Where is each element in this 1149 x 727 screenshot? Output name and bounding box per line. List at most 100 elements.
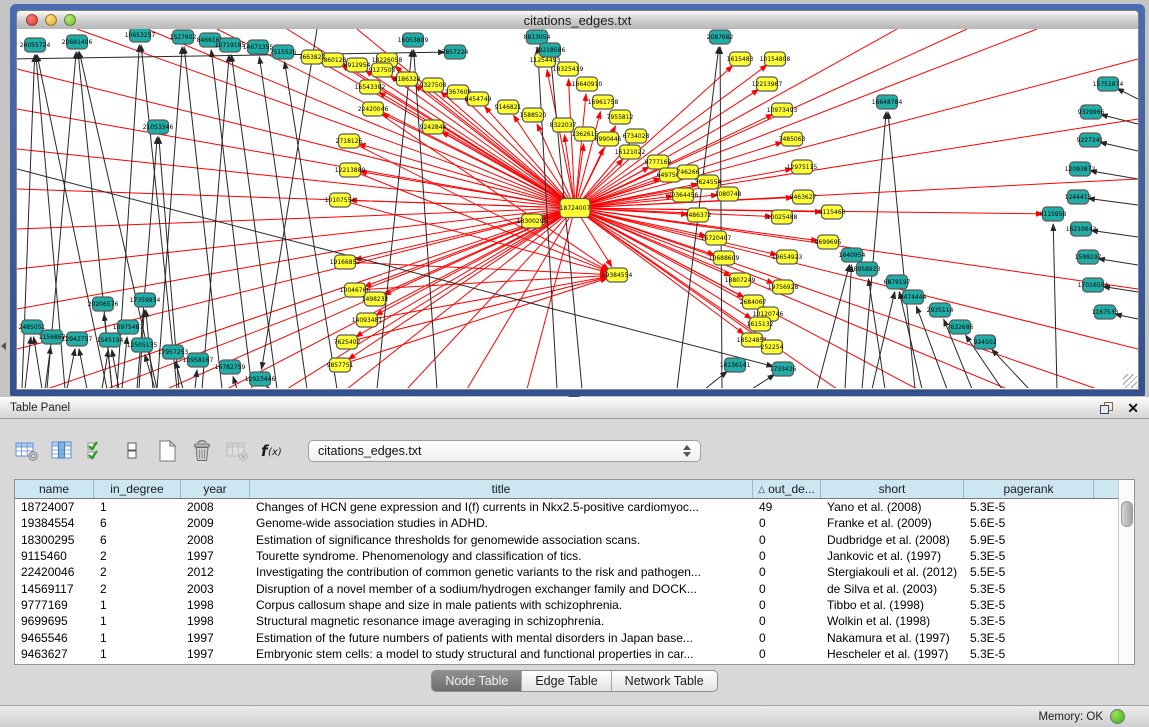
graph-node[interactable]: 12213967	[752, 77, 783, 91]
table-row[interactable]: 1830029562008Estimation of significance …	[15, 532, 1118, 548]
rows-icon[interactable]	[119, 439, 145, 463]
graph-node[interactable]: 7486372	[685, 208, 712, 222]
graph-node[interactable]: 12942757	[62, 332, 93, 346]
graph-node[interactable]: 16053809	[398, 33, 429, 47]
graph-node[interactable]: 7625402	[334, 335, 361, 349]
graph-node[interactable]: 9777169	[645, 155, 672, 169]
graph-node[interactable]: 1498232	[362, 292, 389, 306]
graph-node[interactable]: 16961758	[588, 95, 619, 109]
graph-node[interactable]: 20364456	[668, 188, 699, 202]
graph-node[interactable]: 10973493	[767, 103, 798, 117]
graph-node[interactable]: 8454749	[465, 92, 492, 106]
graph-node[interactable]: 2718126	[336, 134, 363, 148]
graph-node[interactable]: 9857751	[327, 358, 354, 372]
graph-node[interactable]: 1733426	[770, 362, 797, 376]
table-row[interactable]: 969969511998Structural magnetic resonanc…	[15, 613, 1118, 629]
graph-node[interactable]: 1599297	[1075, 250, 1102, 264]
graph-node[interactable]: 746266	[677, 165, 700, 179]
graph-node[interactable]: 17359934	[130, 293, 161, 307]
graph-node[interactable]: 16640910	[572, 77, 603, 91]
table-selector-dropdown[interactable]: citations_edges.txt	[308, 440, 701, 462]
table-scrollbar[interactable]	[1118, 480, 1134, 664]
graph-node[interactable]: 16543382	[355, 80, 386, 94]
graph-node[interactable]: 10025488	[767, 210, 798, 224]
graph-node[interactable]: 19384554	[602, 268, 633, 282]
panel-collapse-arrow-icon[interactable]	[1, 342, 6, 350]
graph-node[interactable]: 1244413	[1065, 190, 1092, 204]
table-row[interactable]: 946554611997Estimation of the future num…	[15, 629, 1118, 645]
graph-node[interactable]: 8912954	[344, 58, 371, 72]
function-builder-icon[interactable]: f(x)	[259, 439, 285, 463]
graph-node[interactable]: 7857224	[442, 45, 469, 59]
graph-node[interactable]: 1615132	[747, 317, 774, 331]
graph-node[interactable]: 10653257	[125, 29, 156, 42]
graph-node[interactable]: 9329966	[1078, 105, 1105, 119]
graph-node[interactable]: 16648784	[872, 95, 903, 109]
graph-node[interactable]: 6734028	[623, 129, 650, 143]
column-header-pagerank[interactable]: pagerank	[964, 480, 1094, 498]
graph-node[interactable]: 9115460	[819, 205, 846, 219]
graph-node[interactable]: 7485063	[779, 132, 806, 146]
network-view[interactable]: 1872400798601288912954182260589127503165…	[16, 29, 1139, 390]
graph-node[interactable]: 10154808	[760, 52, 791, 66]
import-table-disabled-icon[interactable]	[224, 439, 250, 463]
graph-node[interactable]: 9127503	[369, 63, 396, 77]
column-header-name[interactable]: name	[15, 480, 94, 498]
table-row[interactable]: 946362711997Embryonic stem cells: a mode…	[15, 646, 1118, 662]
graph-node[interactable]: 3624554	[695, 175, 722, 189]
float-panel-icon[interactable]	[1100, 402, 1113, 414]
delete-table-icon[interactable]	[189, 439, 215, 463]
graph-node[interactable]: 9463627	[790, 190, 817, 204]
close-panel-icon[interactable]: ✕	[1127, 402, 1139, 414]
graph-node[interactable]: 6879197	[884, 275, 911, 289]
table-row[interactable]: 1938455462009Genome-wide association stu…	[15, 515, 1118, 531]
graph-node[interactable]: 18724007	[560, 199, 591, 218]
tab-network-table[interactable]: Network Table	[612, 671, 717, 691]
graph-node[interactable]: 10958167	[183, 353, 214, 367]
graph-node[interactable]: 21053346	[143, 120, 174, 134]
table-row[interactable]: 911546021997Tourette syndrome. Phenomeno…	[15, 548, 1118, 564]
table-settings-icon[interactable]	[14, 439, 40, 463]
close-window-icon[interactable]	[26, 14, 38, 26]
window-titlebar[interactable]: citations_edges.txt	[16, 10, 1139, 29]
graph-node[interactable]: 16121022	[615, 145, 646, 159]
graph-node[interactable]: 8958923	[854, 262, 881, 276]
graph-node[interactable]: 7663822	[299, 50, 326, 64]
graph-node[interactable]: 17016504	[1078, 278, 1109, 292]
graph-node[interactable]: 14136141	[720, 358, 751, 372]
graph-node[interactable]: 12975115	[787, 160, 818, 174]
graph-node[interactable]: 12213889	[335, 163, 366, 177]
graph-node[interactable]: 1640954	[839, 248, 866, 262]
zoom-window-icon[interactable]	[64, 14, 76, 26]
graph-node[interactable]: 19756928	[768, 280, 799, 294]
graph-node[interactable]: 8115958	[1040, 207, 1067, 221]
graph-node[interactable]: 6990446	[595, 132, 622, 146]
graph-node[interactable]: 9242844	[420, 120, 447, 134]
graph-node[interactable]: 2087682	[707, 30, 734, 44]
graph-node[interactable]: 20691406	[62, 35, 93, 49]
table-row[interactable]: 2242004622012Investigating the contribut…	[15, 564, 1118, 580]
graph-node[interactable]: 2935114	[927, 303, 954, 317]
column-header-short[interactable]: short	[821, 480, 964, 498]
minimize-window-icon[interactable]	[45, 14, 57, 26]
graph-node[interactable]: 10975487	[113, 320, 144, 334]
graph-node[interactable]: 12923446	[245, 372, 276, 386]
new-table-icon[interactable]	[154, 439, 180, 463]
graph-node[interactable]: 1545194	[97, 333, 124, 347]
graph-node[interactable]: 24055724	[20, 38, 51, 52]
graph-node[interactable]: 9474444	[900, 290, 927, 304]
graph-node[interactable]: 16210643	[1066, 222, 1097, 236]
table-row[interactable]: 977716911998Corpus callosum shape and si…	[15, 597, 1118, 613]
graph-node[interactable]: 9327508	[420, 78, 447, 92]
tab-node-table[interactable]: Node Table	[432, 671, 522, 691]
graph-node[interactable]: 7515526	[270, 45, 297, 59]
column-header-title[interactable]: title	[250, 480, 753, 498]
show-columns-icon[interactable]	[49, 439, 75, 463]
table-row[interactable]: 1456911722003Disruption of a novel membe…	[15, 580, 1118, 596]
table-scrollbar-thumb[interactable]	[1121, 501, 1133, 527]
graph-node[interactable]: 10107554	[325, 193, 356, 207]
graph-node[interactable]: 12093872	[1065, 162, 1096, 176]
graph-node[interactable]: 19218586	[535, 43, 566, 57]
graph-node[interactable]: 10719185	[215, 38, 246, 52]
graph-node[interactable]: 1615483	[727, 52, 754, 66]
